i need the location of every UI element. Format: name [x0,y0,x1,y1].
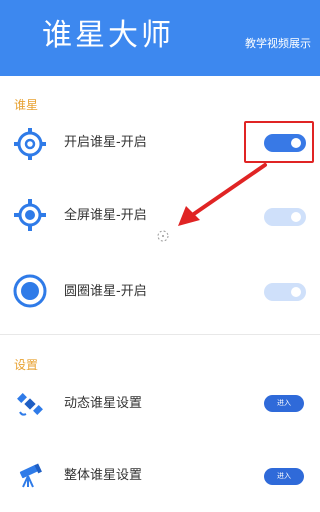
app-header: 谁星大师 教学视频展示 [0,0,320,76]
section-label-settings: 设置 [14,358,39,372]
enter-button[interactable]: 进入 [264,468,304,485]
app-title: 谁星大师 [42,18,174,53]
satellite-icon [17,393,43,416]
telescope-icon [19,463,42,488]
enter-button[interactable]: 进入 [264,395,304,412]
crosshair-ring-icon [14,128,46,160]
toggle-knob [291,287,301,297]
section-divider [0,334,320,335]
aim-row-label: 全屏谁星-开启 [64,208,147,223]
circle-dot-icon [13,274,47,308]
toggle-knob [291,212,301,222]
aim-row-label: 圆圈谁星-开启 [64,284,147,299]
circle-aim-toggle[interactable] [264,283,306,301]
tutorial-video-link[interactable]: 教学视频展示 [245,37,311,51]
aim-row-label: 开启谁星-开启 [64,135,147,150]
floating-crosshair-icon[interactable] [155,228,171,244]
settings-row-label: 动态谁星设置 [64,396,143,411]
section-label-aim: 谁星 [14,98,39,112]
crosshair-target-icon [14,199,46,231]
settings-row-label: 整体谁星设置 [64,468,143,483]
annotation-arrow-icon [178,163,267,226]
annotation-highlight-box [244,121,314,163]
fullscreen-aim-toggle[interactable] [264,208,306,226]
